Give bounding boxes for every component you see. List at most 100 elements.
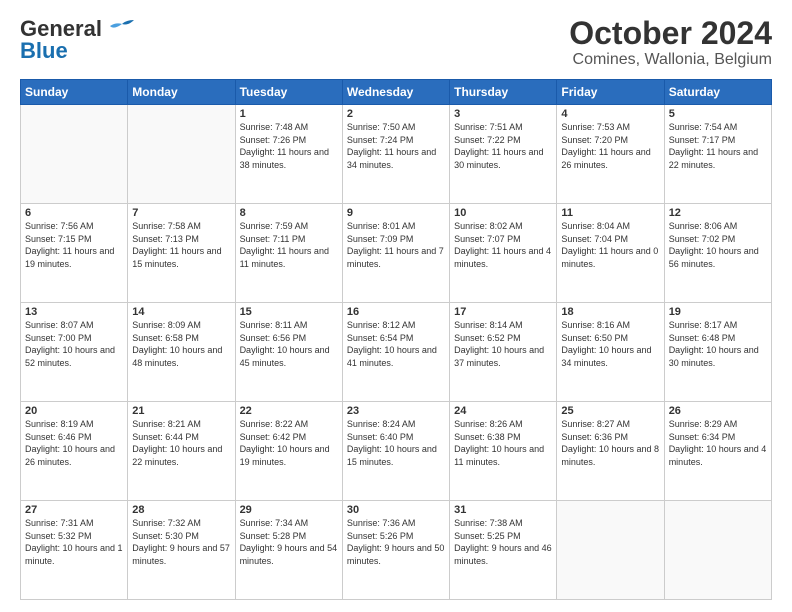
day-cell: 27Sunrise: 7:31 AM Sunset: 5:32 PM Dayli…: [21, 501, 128, 600]
day-cell: 11Sunrise: 8:04 AM Sunset: 7:04 PM Dayli…: [557, 204, 664, 303]
day-info: Sunrise: 7:32 AM Sunset: 5:30 PM Dayligh…: [132, 517, 230, 567]
day-info: Sunrise: 7:50 AM Sunset: 7:24 PM Dayligh…: [347, 121, 445, 171]
day-info: Sunrise: 8:07 AM Sunset: 7:00 PM Dayligh…: [25, 319, 123, 369]
day-cell: 31Sunrise: 7:38 AM Sunset: 5:25 PM Dayli…: [450, 501, 557, 600]
day-number: 2: [347, 108, 445, 120]
day-info: Sunrise: 7:58 AM Sunset: 7:13 PM Dayligh…: [132, 220, 230, 270]
day-info: Sunrise: 7:38 AM Sunset: 5:25 PM Dayligh…: [454, 517, 552, 567]
day-number: 30: [347, 504, 445, 516]
day-cell: 30Sunrise: 7:36 AM Sunset: 5:26 PM Dayli…: [342, 501, 449, 600]
week-row-4: 20Sunrise: 8:19 AM Sunset: 6:46 PM Dayli…: [21, 402, 772, 501]
day-number: 13: [25, 306, 123, 318]
day-info: Sunrise: 8:14 AM Sunset: 6:52 PM Dayligh…: [454, 319, 552, 369]
col-saturday: Saturday: [664, 80, 771, 105]
day-number: 29: [240, 504, 338, 516]
day-cell: [557, 501, 664, 600]
day-number: 11: [561, 207, 659, 219]
day-info: Sunrise: 7:36 AM Sunset: 5:26 PM Dayligh…: [347, 517, 445, 567]
day-cell: 17Sunrise: 8:14 AM Sunset: 6:52 PM Dayli…: [450, 303, 557, 402]
day-info: Sunrise: 8:16 AM Sunset: 6:50 PM Dayligh…: [561, 319, 659, 369]
day-cell: 10Sunrise: 8:02 AM Sunset: 7:07 PM Dayli…: [450, 204, 557, 303]
day-number: 25: [561, 405, 659, 417]
day-cell: 7Sunrise: 7:58 AM Sunset: 7:13 PM Daylig…: [128, 204, 235, 303]
day-cell: 16Sunrise: 8:12 AM Sunset: 6:54 PM Dayli…: [342, 303, 449, 402]
day-info: Sunrise: 8:02 AM Sunset: 7:07 PM Dayligh…: [454, 220, 552, 270]
day-cell: 28Sunrise: 7:32 AM Sunset: 5:30 PM Dayli…: [128, 501, 235, 600]
day-cell: [128, 105, 235, 204]
day-info: Sunrise: 7:56 AM Sunset: 7:15 PM Dayligh…: [25, 220, 123, 270]
day-number: 19: [669, 306, 767, 318]
day-info: Sunrise: 7:34 AM Sunset: 5:28 PM Dayligh…: [240, 517, 338, 567]
day-info: Sunrise: 8:04 AM Sunset: 7:04 PM Dayligh…: [561, 220, 659, 270]
page: General Blue October 2024 Comines, Wallo…: [0, 0, 792, 612]
day-info: Sunrise: 7:53 AM Sunset: 7:20 PM Dayligh…: [561, 121, 659, 171]
day-number: 10: [454, 207, 552, 219]
day-number: 16: [347, 306, 445, 318]
header: General Blue October 2024 Comines, Wallo…: [20, 16, 772, 69]
day-number: 4: [561, 108, 659, 120]
day-cell: 25Sunrise: 8:27 AM Sunset: 6:36 PM Dayli…: [557, 402, 664, 501]
col-friday: Friday: [557, 80, 664, 105]
day-cell: 18Sunrise: 8:16 AM Sunset: 6:50 PM Dayli…: [557, 303, 664, 402]
col-sunday: Sunday: [21, 80, 128, 105]
day-number: 28: [132, 504, 230, 516]
calendar-subtitle: Comines, Wallonia, Belgium: [569, 51, 772, 69]
calendar-header-row: Sunday Monday Tuesday Wednesday Thursday…: [21, 80, 772, 105]
calendar-title: October 2024: [569, 16, 772, 51]
day-info: Sunrise: 7:51 AM Sunset: 7:22 PM Dayligh…: [454, 121, 552, 171]
day-info: Sunrise: 8:26 AM Sunset: 6:38 PM Dayligh…: [454, 418, 552, 468]
day-number: 9: [347, 207, 445, 219]
day-cell: [664, 501, 771, 600]
day-number: 3: [454, 108, 552, 120]
day-cell: 21Sunrise: 8:21 AM Sunset: 6:44 PM Dayli…: [128, 402, 235, 501]
day-cell: 2Sunrise: 7:50 AM Sunset: 7:24 PM Daylig…: [342, 105, 449, 204]
logo-blue: Blue: [20, 38, 68, 64]
day-cell: 24Sunrise: 8:26 AM Sunset: 6:38 PM Dayli…: [450, 402, 557, 501]
week-row-3: 13Sunrise: 8:07 AM Sunset: 7:00 PM Dayli…: [21, 303, 772, 402]
day-info: Sunrise: 8:24 AM Sunset: 6:40 PM Dayligh…: [347, 418, 445, 468]
logo: General Blue: [20, 16, 136, 64]
day-cell: 12Sunrise: 8:06 AM Sunset: 7:02 PM Dayli…: [664, 204, 771, 303]
day-number: 22: [240, 405, 338, 417]
day-cell: 26Sunrise: 8:29 AM Sunset: 6:34 PM Dayli…: [664, 402, 771, 501]
day-number: 31: [454, 504, 552, 516]
day-info: Sunrise: 8:21 AM Sunset: 6:44 PM Dayligh…: [132, 418, 230, 468]
day-cell: 19Sunrise: 8:17 AM Sunset: 6:48 PM Dayli…: [664, 303, 771, 402]
day-info: Sunrise: 8:12 AM Sunset: 6:54 PM Dayligh…: [347, 319, 445, 369]
day-cell: 3Sunrise: 7:51 AM Sunset: 7:22 PM Daylig…: [450, 105, 557, 204]
day-number: 20: [25, 405, 123, 417]
day-info: Sunrise: 8:22 AM Sunset: 6:42 PM Dayligh…: [240, 418, 338, 468]
day-number: 18: [561, 306, 659, 318]
day-cell: 8Sunrise: 7:59 AM Sunset: 7:11 PM Daylig…: [235, 204, 342, 303]
day-number: 15: [240, 306, 338, 318]
day-info: Sunrise: 7:31 AM Sunset: 5:32 PM Dayligh…: [25, 517, 123, 567]
day-cell: 5Sunrise: 7:54 AM Sunset: 7:17 PM Daylig…: [664, 105, 771, 204]
day-number: 6: [25, 207, 123, 219]
day-info: Sunrise: 8:29 AM Sunset: 6:34 PM Dayligh…: [669, 418, 767, 468]
day-info: Sunrise: 7:54 AM Sunset: 7:17 PM Dayligh…: [669, 121, 767, 171]
day-cell: 22Sunrise: 8:22 AM Sunset: 6:42 PM Dayli…: [235, 402, 342, 501]
week-row-5: 27Sunrise: 7:31 AM Sunset: 5:32 PM Dayli…: [21, 501, 772, 600]
day-cell: 9Sunrise: 8:01 AM Sunset: 7:09 PM Daylig…: [342, 204, 449, 303]
day-number: 12: [669, 207, 767, 219]
day-info: Sunrise: 8:19 AM Sunset: 6:46 PM Dayligh…: [25, 418, 123, 468]
day-number: 26: [669, 405, 767, 417]
day-info: Sunrise: 8:17 AM Sunset: 6:48 PM Dayligh…: [669, 319, 767, 369]
day-cell: 1Sunrise: 7:48 AM Sunset: 7:26 PM Daylig…: [235, 105, 342, 204]
day-number: 5: [669, 108, 767, 120]
day-info: Sunrise: 8:01 AM Sunset: 7:09 PM Dayligh…: [347, 220, 445, 270]
day-number: 7: [132, 207, 230, 219]
day-info: Sunrise: 7:48 AM Sunset: 7:26 PM Dayligh…: [240, 121, 338, 171]
col-thursday: Thursday: [450, 80, 557, 105]
day-cell: 23Sunrise: 8:24 AM Sunset: 6:40 PM Dayli…: [342, 402, 449, 501]
day-number: 14: [132, 306, 230, 318]
day-cell: 4Sunrise: 7:53 AM Sunset: 7:20 PM Daylig…: [557, 105, 664, 204]
day-number: 27: [25, 504, 123, 516]
col-monday: Monday: [128, 80, 235, 105]
day-cell: 29Sunrise: 7:34 AM Sunset: 5:28 PM Dayli…: [235, 501, 342, 600]
day-number: 8: [240, 207, 338, 219]
title-block: October 2024 Comines, Wallonia, Belgium: [569, 16, 772, 69]
day-cell: [21, 105, 128, 204]
day-cell: 15Sunrise: 8:11 AM Sunset: 6:56 PM Dayli…: [235, 303, 342, 402]
day-info: Sunrise: 8:27 AM Sunset: 6:36 PM Dayligh…: [561, 418, 659, 468]
